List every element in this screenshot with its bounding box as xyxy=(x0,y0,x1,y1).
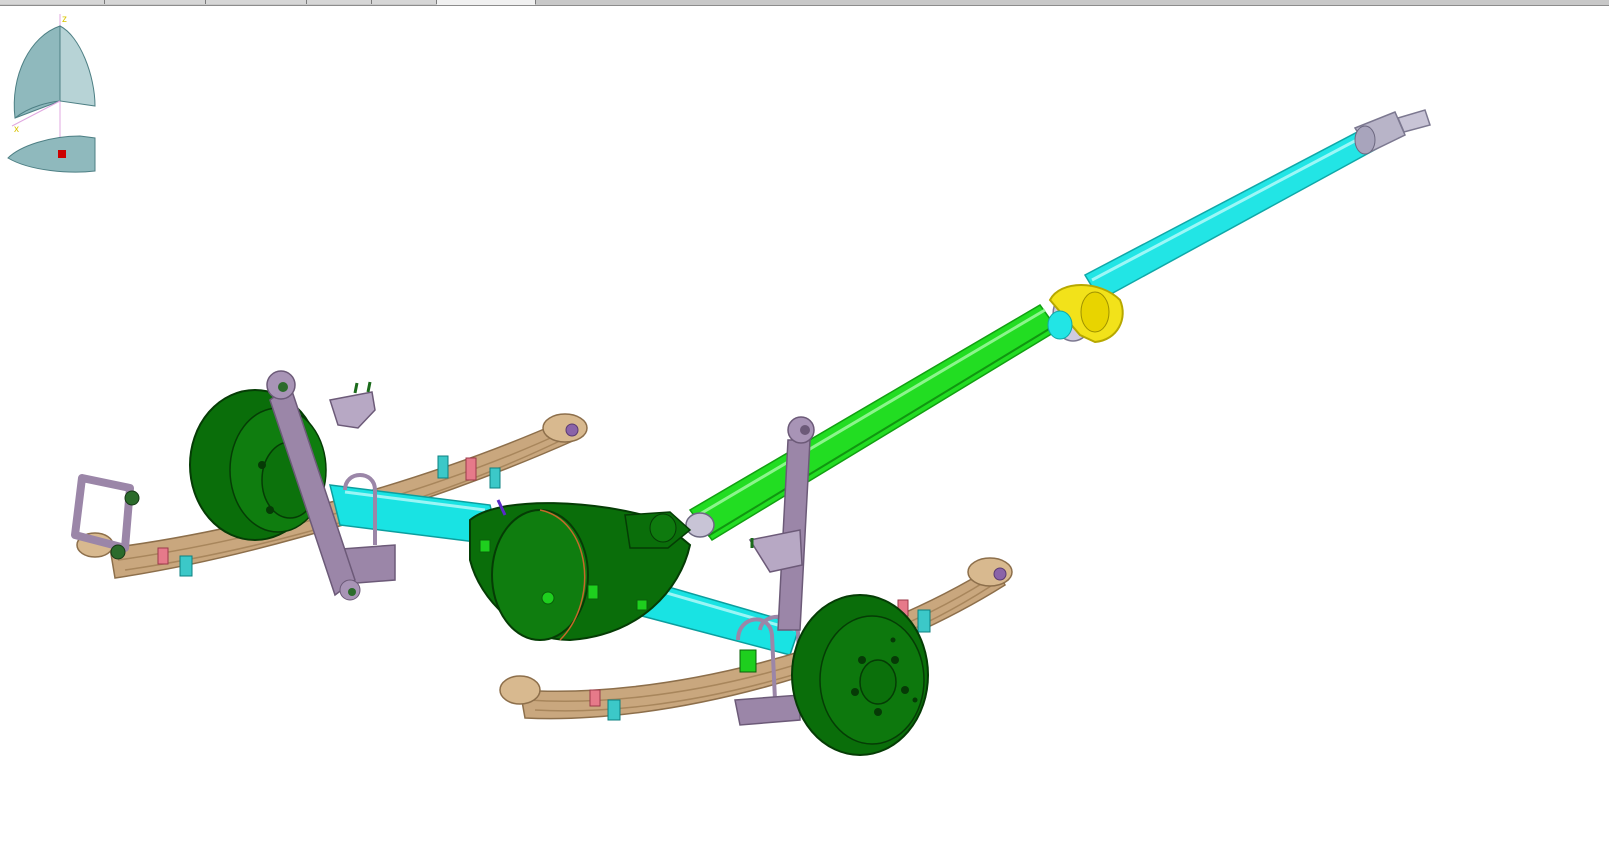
document-tab-5[interactable] xyxy=(372,0,437,4)
right-shock-absorber[interactable] xyxy=(748,416,815,631)
right-shock-upper-bolt xyxy=(800,425,810,435)
document-tab-2[interactable] xyxy=(105,0,206,4)
compass-red-marker[interactable] xyxy=(58,150,66,158)
document-tab-3[interactable] xyxy=(206,0,307,4)
left-drum-stud-2 xyxy=(258,461,266,469)
right-spring-front-bushing xyxy=(993,567,1007,581)
rear-u-joint[interactable] xyxy=(685,512,715,538)
right-drum-stud-1 xyxy=(858,656,866,664)
right-spring-plate[interactable] xyxy=(734,694,801,726)
right-clip-2 xyxy=(607,699,621,721)
left-clip-1 xyxy=(437,455,449,479)
left-spring-front-bushing xyxy=(565,423,579,437)
document-tab-active[interactable] xyxy=(437,0,536,5)
document-tab-1[interactable] xyxy=(0,0,105,4)
left-bracket-body[interactable] xyxy=(329,391,376,429)
3d-viewport[interactable]: x z xyxy=(0,6,1609,857)
propshaft-rear-shadow xyxy=(707,325,1055,537)
compass-x-label: x xyxy=(14,124,19,135)
right-clip-1 xyxy=(589,689,601,707)
differential-fill-plug xyxy=(541,591,555,605)
right-drum-hole-1 xyxy=(890,637,896,643)
propshaft-rear-highlight xyxy=(699,308,1046,516)
compass-upper-face-right xyxy=(59,25,96,107)
compass-lower-plate[interactable] xyxy=(7,135,96,173)
right-clip-4 xyxy=(917,609,931,633)
right-drum-hole-2 xyxy=(912,697,918,703)
right-axle-pad xyxy=(739,649,757,673)
axle-assembly-model[interactable] xyxy=(0,6,1609,857)
right-drum-hub xyxy=(859,659,897,705)
left-clip-4 xyxy=(157,547,169,565)
left-spring-front-eye[interactable] xyxy=(542,413,588,443)
left-shock-lower-bolt xyxy=(348,588,356,596)
cad-application-window: x z xyxy=(0,0,1609,857)
left-drum-stud xyxy=(266,506,274,514)
housing-bracket-2 xyxy=(587,584,599,600)
document-tab-4[interactable] xyxy=(307,0,372,4)
right-shock-lower-bracket[interactable] xyxy=(748,529,803,573)
left-bracket-studs xyxy=(353,381,372,394)
center-bearing-cushion xyxy=(1047,310,1073,340)
pinion-flange[interactable] xyxy=(649,513,677,543)
left-shock-bracket[interactable] xyxy=(329,381,376,429)
left-clip-5 xyxy=(179,555,193,577)
left-clip-3 xyxy=(489,467,501,489)
right-drum-stud-3 xyxy=(901,686,909,694)
orientation-compass[interactable]: x z xyxy=(0,6,110,186)
housing-bracket-3 xyxy=(636,599,648,611)
right-drum-stud-4 xyxy=(874,708,882,716)
propshaft-front-highlight xyxy=(1091,132,1369,282)
left-clip-2 xyxy=(465,457,477,481)
left-shock-upper-bolt xyxy=(278,382,288,392)
right-drum-stud-2 xyxy=(891,656,899,664)
front-u-joint[interactable] xyxy=(1354,125,1376,155)
right-brake-drum[interactable] xyxy=(791,594,929,756)
right-drum-stud-5 xyxy=(851,688,859,696)
front-spline-stub[interactable] xyxy=(1396,109,1431,133)
compass-z-label: z xyxy=(62,14,67,25)
propshaft-front-tube[interactable] xyxy=(1083,127,1380,302)
propshaft-rear-tube[interactable] xyxy=(688,304,1060,541)
left-shackle-bolt-bottom xyxy=(110,544,126,560)
housing-bracket-1 xyxy=(479,539,491,553)
left-shackle-bolt-top xyxy=(124,490,140,506)
right-spring-rear-eye[interactable] xyxy=(499,675,541,705)
center-bearing[interactable] xyxy=(1080,291,1110,333)
